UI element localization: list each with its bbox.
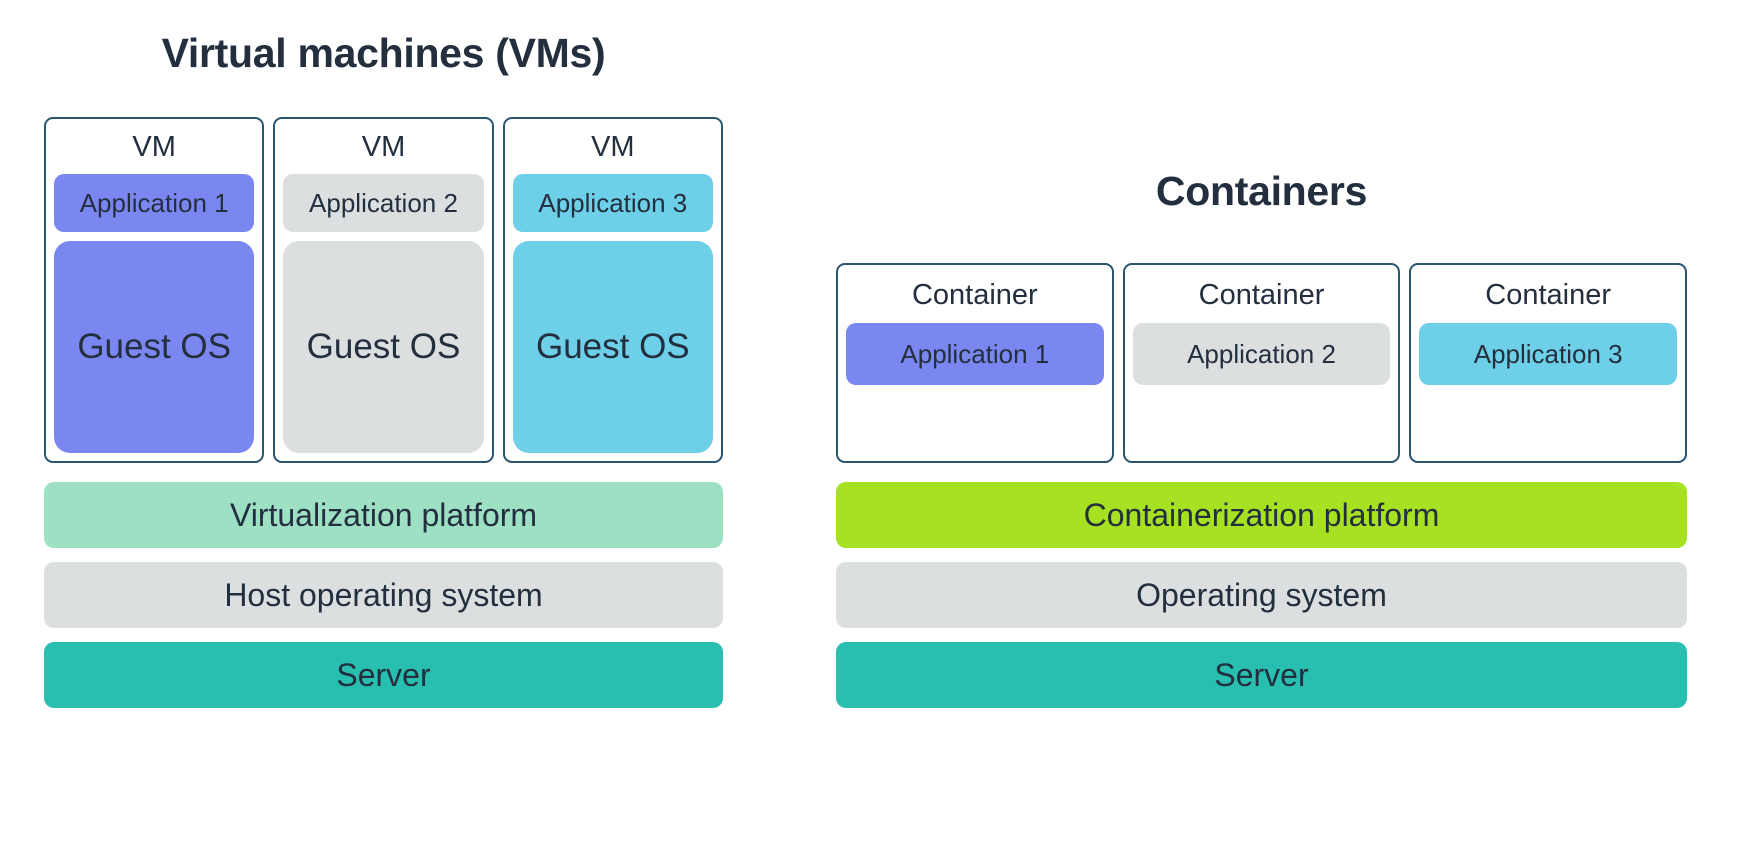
container-card-row: Container Application 1 Container Applic… <box>836 263 1688 463</box>
container-card-1-header: Container <box>911 279 1038 311</box>
vm-vs-container-diagram: Virtual machines (VMs) VM Application 1 … <box>0 0 1748 858</box>
container-card-2-application: Application 2 <box>1132 323 1391 385</box>
vm-card-1-header: VM <box>132 131 176 163</box>
container-card-2-header: Container <box>1198 279 1325 311</box>
vm-card-2-guest-os: Guest OS <box>283 241 484 453</box>
container-card-3-filler <box>1411 385 1685 461</box>
vm-card-2: VM Application 2 Guest OS <box>273 117 494 463</box>
container-layer-server: Server <box>836 642 1687 708</box>
container-layer-operating-system: Operating system <box>836 562 1687 628</box>
vm-layer-host-operating-system: Host operating system <box>44 562 723 628</box>
vm-layer-server: Server <box>44 642 723 708</box>
vm-layer-virtualization-platform: Virtualization platform <box>44 482 723 548</box>
vm-card-3: VM Application 3 Guest OS <box>502 117 723 463</box>
vm-card-1: VM Application 1 Guest OS <box>44 117 265 463</box>
container-card-1-filler <box>838 385 1112 461</box>
container-card-2: Container Application 2 <box>1122 263 1401 463</box>
vm-card-3-guest-os: Guest OS <box>512 241 713 453</box>
vm-card-row: VM Application 1 Guest OS VM Application… <box>44 117 723 463</box>
container-card-1: Container Application 1 <box>836 263 1114 463</box>
container-card-3-application: Application 3 <box>1419 323 1678 385</box>
vm-card-3-application: Application 3 <box>512 174 713 232</box>
vm-card-2-application: Application 2 <box>283 174 484 232</box>
containers-title: Containers <box>1155 168 1368 214</box>
container-card-3-header: Container <box>1485 279 1612 311</box>
container-card-1-application: Application 1 <box>846 323 1104 385</box>
vm-card-3-header: VM <box>591 131 635 163</box>
vm-card-1-guest-os: Guest OS <box>54 241 255 453</box>
vm-card-1-application: Application 1 <box>54 174 255 232</box>
container-card-2-filler <box>1125 385 1399 461</box>
container-card-3: Container Application 3 <box>1409 263 1688 463</box>
virtual-machines-title: Virtual machines (VMs) <box>161 30 606 76</box>
container-layer-containerization-platform: Containerization platform <box>836 482 1687 548</box>
vm-card-2-header: VM <box>361 131 406 163</box>
